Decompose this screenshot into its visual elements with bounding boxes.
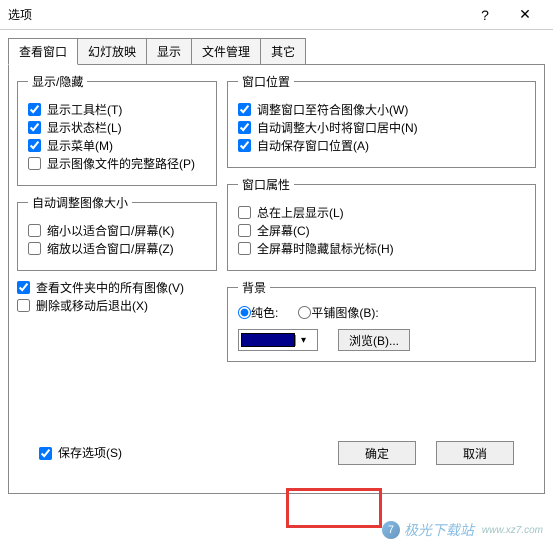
- lbl-fitimage: 调整窗口至符合图像大小(W): [257, 104, 408, 116]
- tab-display[interactable]: 显示: [146, 38, 192, 65]
- window-title: 选项: [8, 6, 465, 23]
- group-auto-size: 自动调整图像大小 缩小以适合窗口/屏幕(K) 缩放以适合窗口/屏幕(Z): [17, 194, 217, 271]
- lbl-saveopts: 保存选项(S): [58, 447, 122, 459]
- group-background: 背景 纯色: 平铺图像(B): ▾ 浏览(B)...: [227, 279, 536, 362]
- chk-fullpath[interactable]: [28, 157, 41, 170]
- chk-saveopts[interactable]: [39, 447, 52, 460]
- chk-ontop[interactable]: [238, 206, 251, 219]
- chk-menu[interactable]: [28, 139, 41, 152]
- chevron-down-icon: ▾: [295, 335, 311, 346]
- chk-autocenter[interactable]: [238, 121, 251, 134]
- group-window-attr-legend: 窗口属性: [238, 176, 294, 193]
- chk-statusbar[interactable]: [28, 121, 41, 134]
- lbl-solid: 纯色:: [251, 304, 278, 321]
- group-window-attr: 窗口属性 总在上层显示(L) 全屏幕(C) 全屏幕时隐藏鼠标光标(H): [227, 176, 536, 271]
- bottom-bar: 保存选项(S) 确定 取消 复制: [19, 441, 534, 465]
- lbl-zoom: 缩放以适合窗口/屏幕(Z): [47, 243, 174, 255]
- chk-shrink[interactable]: [28, 224, 41, 237]
- radio-solid[interactable]: [238, 306, 251, 319]
- tab-bar: 查看窗口 幻灯放映 显示 文件管理 其它: [8, 38, 545, 65]
- highlight-annotation: [286, 488, 382, 528]
- watermark: 7 极光下载站 www.xz7.com: [382, 520, 543, 540]
- chk-delexit[interactable]: [17, 299, 30, 312]
- ok-button[interactable]: 确定: [338, 441, 416, 465]
- lbl-delexit: 删除或移动后退出(X): [36, 300, 148, 312]
- tab-other[interactable]: 其它: [260, 38, 306, 65]
- close-button[interactable]: ✕: [505, 1, 545, 29]
- lbl-statusbar: 显示状态栏(L): [47, 122, 122, 134]
- watermark-url: www.xz7.com: [482, 525, 543, 536]
- chk-fullscreen[interactable]: [238, 224, 251, 237]
- lbl-ontop: 总在上层显示(L): [257, 207, 344, 219]
- chk-zoom[interactable]: [28, 242, 41, 255]
- group-show-hide-legend: 显示/隐藏: [28, 73, 87, 90]
- lbl-tile: 平铺图像(B):: [311, 304, 378, 321]
- tab-slideshow[interactable]: 幻灯放映: [77, 38, 147, 65]
- lbl-savepos: 自动保存窗口位置(A): [257, 140, 369, 152]
- watermark-logo-icon: 7: [382, 521, 400, 539]
- cancel-button[interactable]: 取消: [436, 441, 514, 465]
- chk-fitimage[interactable]: [238, 103, 251, 116]
- color-picker[interactable]: ▾: [238, 329, 318, 351]
- tab-view-window[interactable]: 查看窗口: [8, 38, 78, 65]
- browse-button[interactable]: 浏览(B)...: [338, 329, 410, 351]
- help-button[interactable]: ?: [465, 1, 505, 29]
- lbl-menu: 显示菜单(M): [47, 140, 113, 152]
- tab-file-management[interactable]: 文件管理: [191, 38, 261, 65]
- chk-hidecursor[interactable]: [238, 242, 251, 255]
- lbl-shrink: 缩小以适合窗口/屏幕(K): [47, 225, 174, 237]
- group-background-legend: 背景: [238, 279, 270, 296]
- group-auto-size-legend: 自动调整图像大小: [28, 194, 132, 211]
- chk-savepos[interactable]: [238, 139, 251, 152]
- lbl-toolbar: 显示工具栏(T): [47, 104, 122, 116]
- group-window-position-legend: 窗口位置: [238, 73, 294, 90]
- lbl-fullscreen: 全屏幕(C): [257, 225, 310, 237]
- lbl-fullpath: 显示图像文件的完整路径(P): [47, 158, 195, 170]
- group-show-hide: 显示/隐藏 显示工具栏(T) 显示状态栏(L) 显示菜单(M) 显示图像文件的完…: [17, 73, 217, 186]
- chk-toolbar[interactable]: [28, 103, 41, 116]
- lbl-viewall: 查看文件夹中的所有图像(V): [36, 282, 184, 294]
- lbl-autocenter: 自动调整大小时将窗口居中(N): [257, 122, 418, 134]
- radio-tile[interactable]: [298, 306, 311, 319]
- watermark-text: 极光下载站: [404, 520, 474, 540]
- tab-content: 显示/隐藏 显示工具栏(T) 显示状态栏(L) 显示菜单(M) 显示图像文件的完…: [8, 64, 545, 494]
- titlebar: 选项 ? ✕: [0, 0, 553, 30]
- color-swatch: [241, 333, 295, 347]
- chk-viewall[interactable]: [17, 281, 30, 294]
- group-window-position: 窗口位置 调整窗口至符合图像大小(W) 自动调整大小时将窗口居中(N) 自动保存…: [227, 73, 536, 168]
- lbl-hidecursor: 全屏幕时隐藏鼠标光标(H): [257, 243, 394, 255]
